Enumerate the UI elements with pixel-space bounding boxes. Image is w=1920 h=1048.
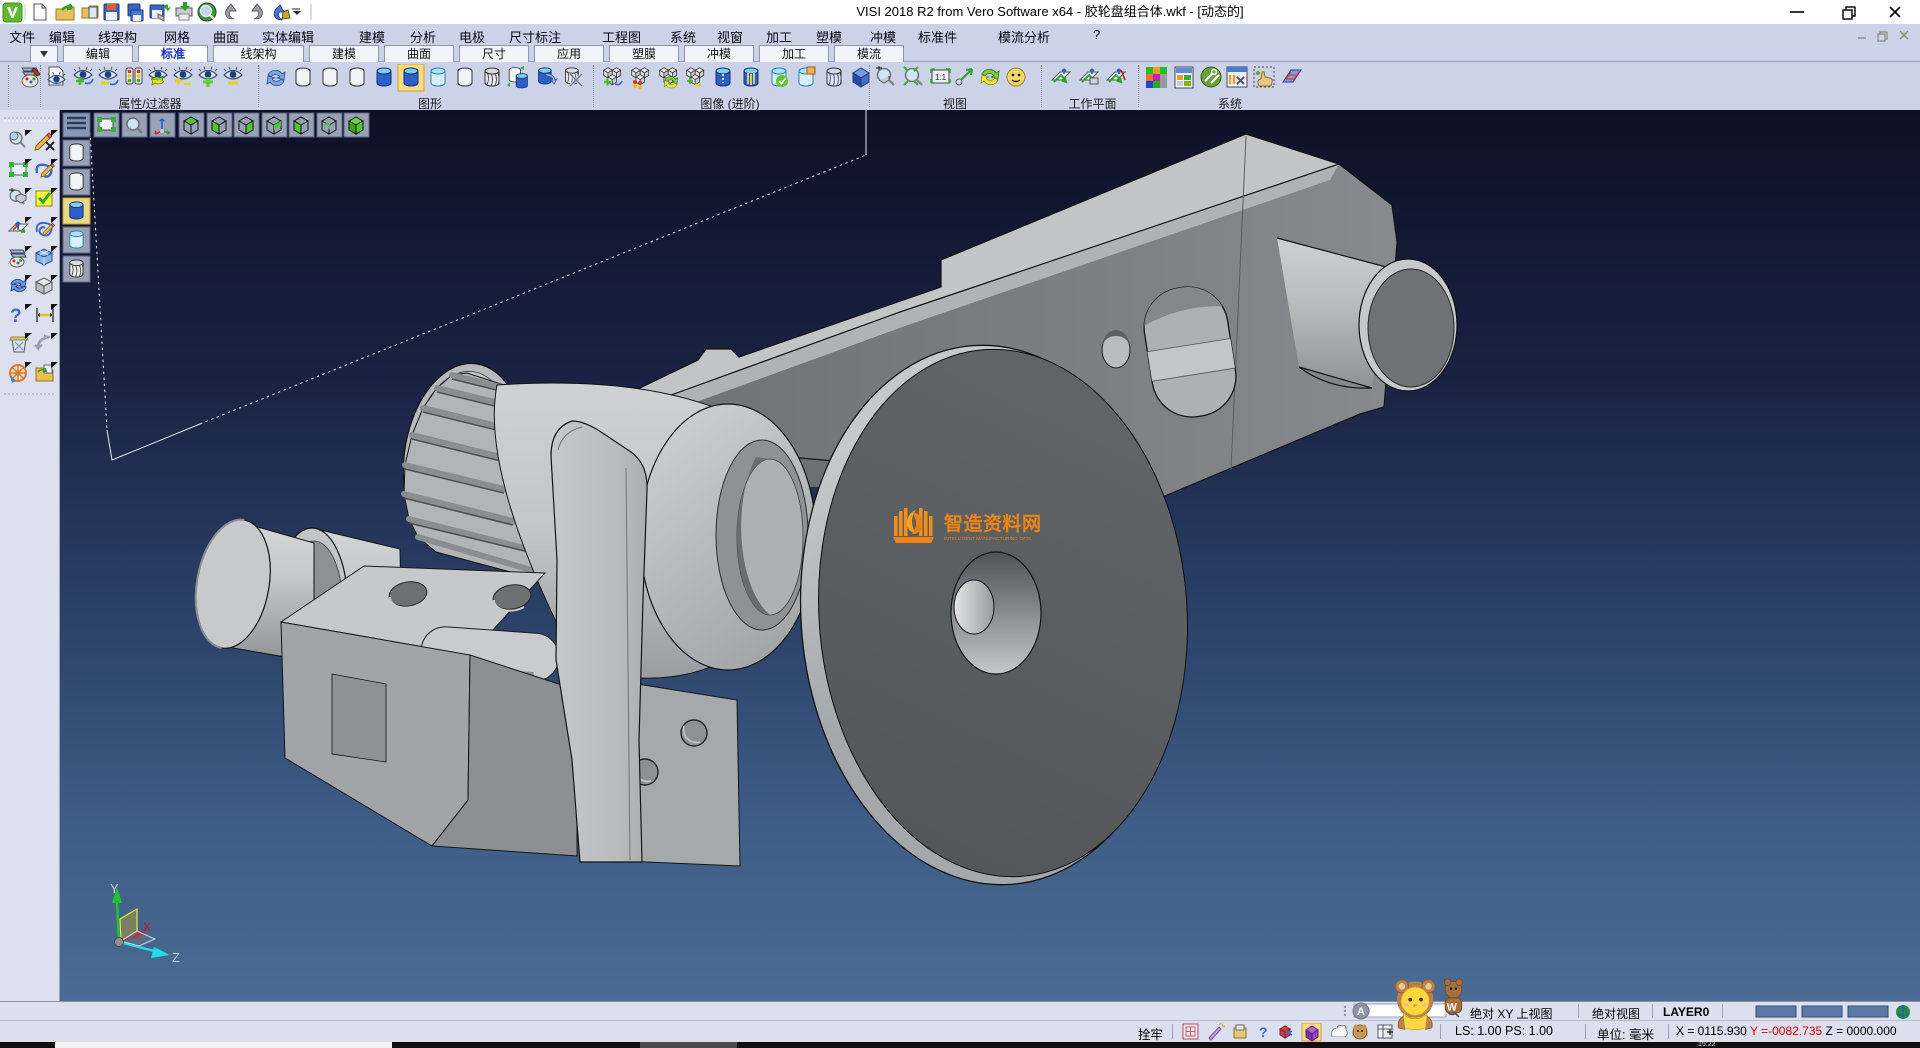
svg-text:X: X [143,920,151,934]
svg-text:1:1: 1:1 [935,73,947,82]
svg-text:W: W [1447,1001,1458,1013]
svg-text:?: ? [10,306,22,327]
svg-text:Y: Y [110,881,119,896]
svg-text:?: ? [1259,1024,1268,1040]
svg-text:智造资料网: 智造资料网 [944,512,1042,535]
svg-text:INTELLIGENT MANUFACTURING DATA: INTELLIGENT MANUFACTURING DATA [944,536,1032,542]
svg-text:Z: Z [172,950,180,965]
svg-text:A: A [1357,1006,1365,1018]
